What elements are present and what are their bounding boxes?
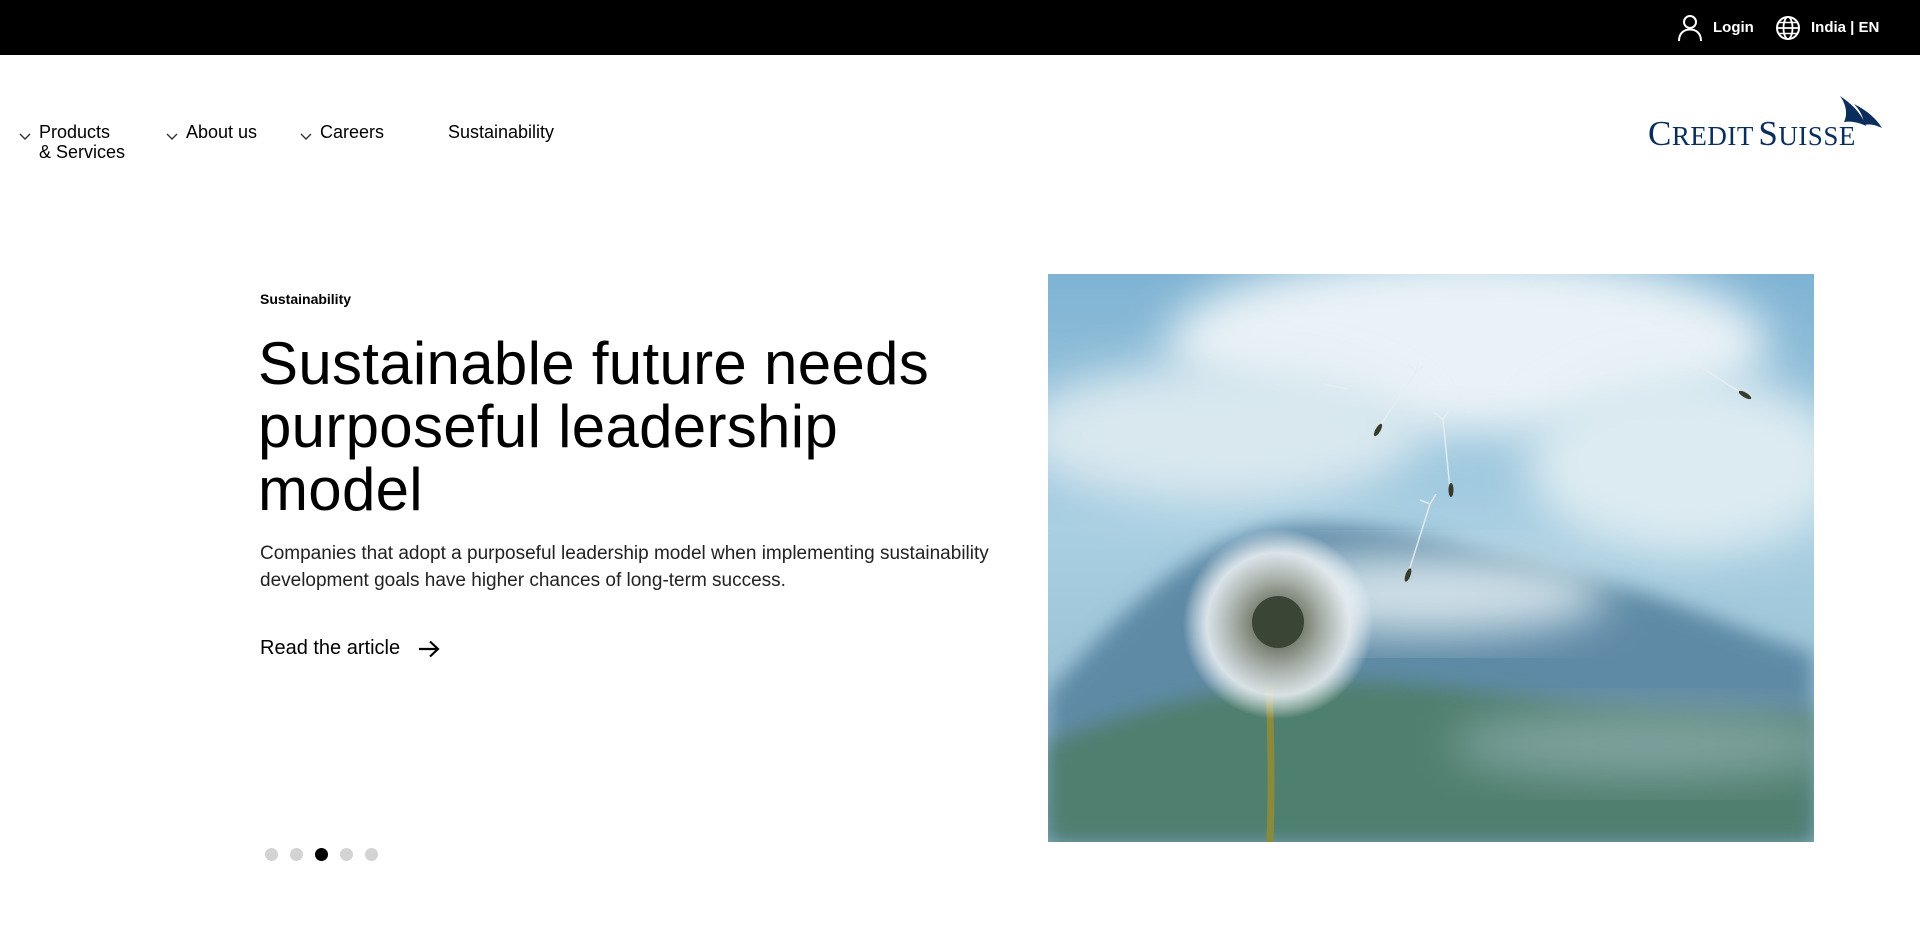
chevron-down-icon	[19, 122, 33, 145]
nav-sustainability[interactable]: Sustainability	[448, 122, 554, 142]
carousel-dot-1[interactable]	[265, 848, 278, 861]
login-label: Login	[1713, 19, 1754, 36]
carousel-dot-2[interactable]	[290, 848, 303, 861]
chevron-down-icon	[300, 122, 314, 145]
nav-label-line: Products	[39, 122, 111, 142]
read-article-link[interactable]: Read the article	[260, 637, 440, 660]
logo-wordmark: CREDIT SUISSE	[1648, 116, 1856, 159]
nav-label: Careers	[320, 122, 385, 142]
dandelion-photo	[1048, 274, 1814, 842]
nav-label: About us	[186, 122, 258, 142]
utility-bar: Login India | EN	[0, 0, 1920, 55]
carousel-dot-3[interactable]	[315, 848, 328, 861]
nav-careers[interactable]: Careers	[300, 122, 384, 145]
arrow-right-icon	[419, 640, 440, 657]
nav-about-us[interactable]: About us	[166, 122, 257, 145]
locale-selector[interactable]: India | EN	[1775, 0, 1879, 55]
logo-letters: REDIT	[1671, 121, 1754, 151]
carousel-dot-5[interactable]	[365, 848, 378, 861]
hero-headline: Sustainable future needs purposeful lead…	[258, 330, 930, 523]
carousel-dot-4[interactable]	[340, 848, 353, 861]
nav-products-services[interactable]: Products & Services	[19, 122, 125, 162]
cta-label: Read the article	[260, 637, 401, 659]
logo-letter: S	[1758, 114, 1779, 153]
nav-label: Sustainability	[448, 122, 555, 142]
nav-label: Products & Services	[39, 122, 125, 162]
globe-icon	[1776, 15, 1800, 40]
nav-label-line: & Services	[39, 142, 126, 162]
sail-logo-icon	[1840, 96, 1882, 128]
hero-summary: Companies that adopt a purposeful leader…	[260, 543, 989, 591]
user-icon	[1678, 14, 1702, 41]
login-link[interactable]: Login	[1677, 0, 1754, 55]
locale-label: India | EN	[1811, 19, 1880, 36]
carousel-pagination	[265, 848, 390, 861]
hero-eyebrow: Sustainability	[260, 291, 352, 307]
credit-suisse-logo[interactable]: CREDIT SUISSE	[1648, 94, 1884, 154]
chevron-down-icon	[166, 122, 180, 145]
logo-letter: C	[1648, 114, 1672, 153]
